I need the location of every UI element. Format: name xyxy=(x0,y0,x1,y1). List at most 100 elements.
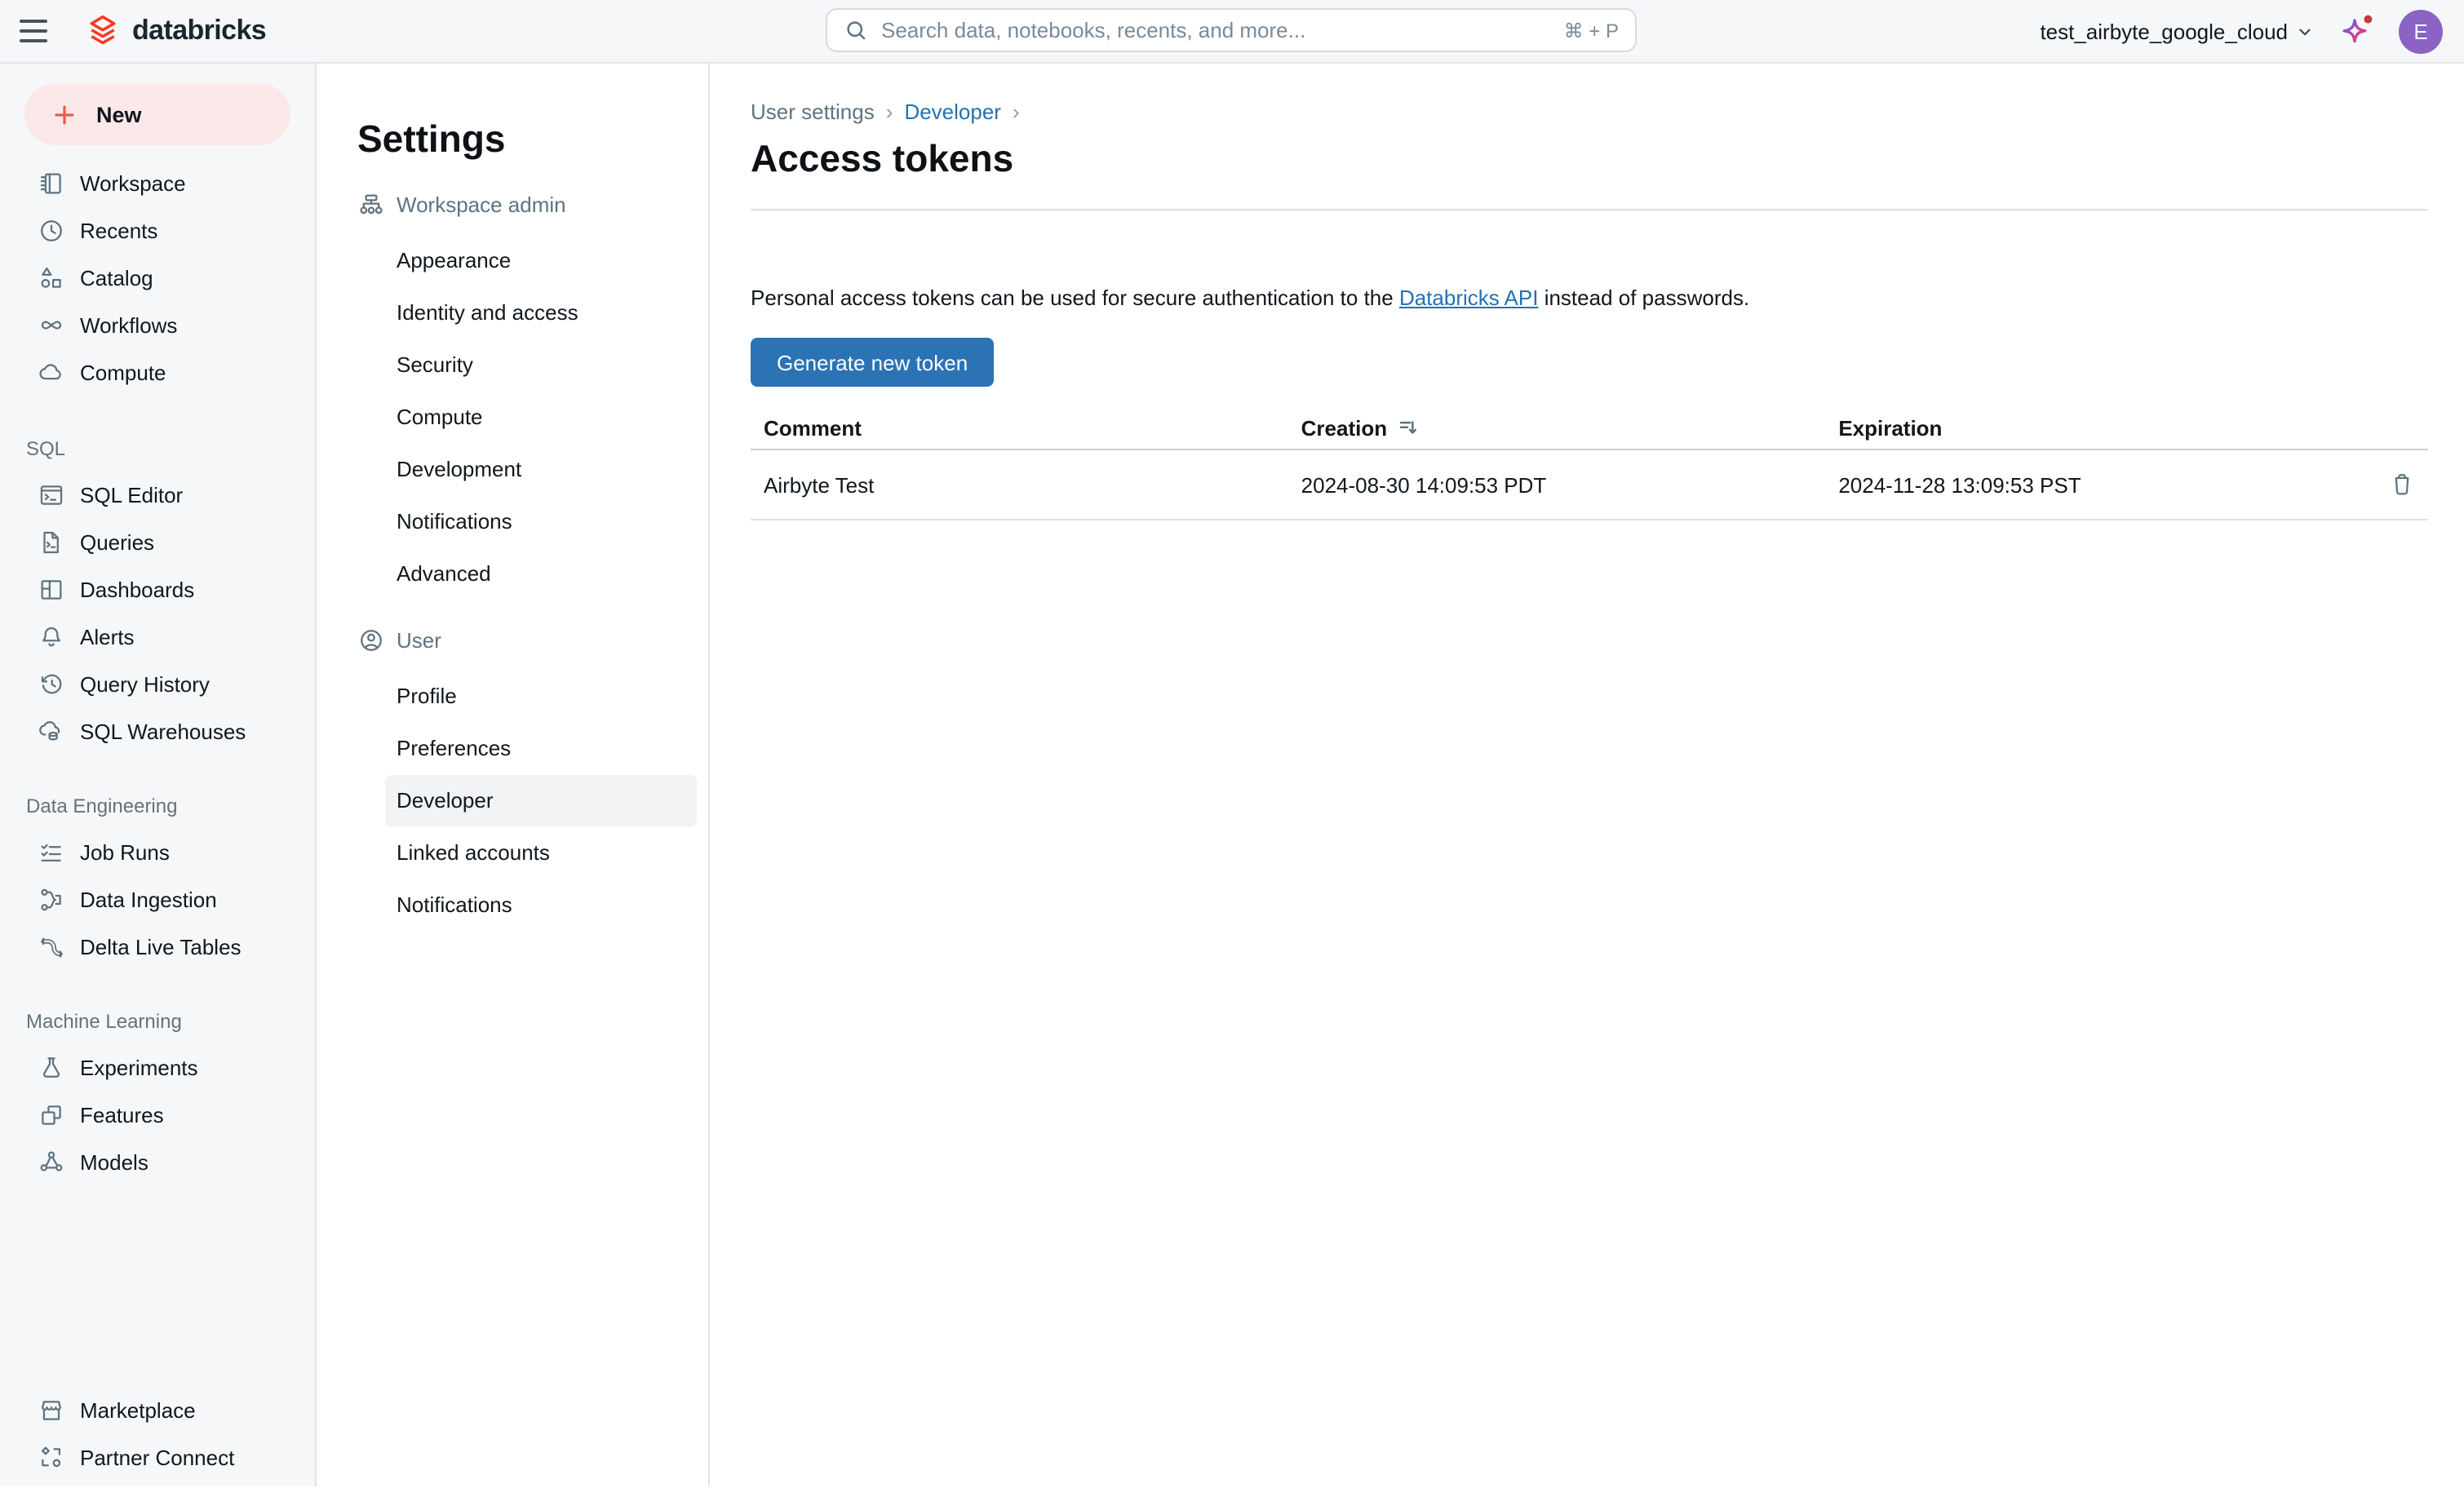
global-search-input[interactable]: Search data, notebooks, recents, and mor… xyxy=(826,8,1637,52)
settings-item-user-notifications[interactable]: Notifications xyxy=(385,879,697,932)
partner-connect-icon xyxy=(38,1444,65,1472)
search-shortcut: ⌘ + P xyxy=(1564,19,1619,42)
sparkle-icon xyxy=(2337,11,2376,51)
token-creation: 2024-08-30 14:09:53 PDT xyxy=(1288,472,1826,497)
job-runs-icon xyxy=(38,839,65,866)
new-button[interactable]: New xyxy=(24,83,290,145)
search-placeholder: Search data, notebooks, recents, and mor… xyxy=(881,18,1551,42)
generate-new-token-button[interactable]: Generate new token xyxy=(751,338,994,387)
sidebar-item-partner-connect[interactable]: Partner Connect xyxy=(0,1434,315,1481)
breadcrumb-separator: › xyxy=(1013,99,1020,123)
sidebar-item-dashboards[interactable]: Dashboards xyxy=(0,566,315,613)
breadcrumb-developer[interactable]: Developer xyxy=(904,99,1001,123)
breadcrumb: User settings › Developer › xyxy=(751,98,2428,124)
sidebar-item-alerts[interactable]: Alerts xyxy=(0,613,315,661)
query-history-icon xyxy=(38,671,65,698)
settings-item-notifications[interactable]: Notifications xyxy=(385,496,697,548)
breadcrumb-user-settings[interactable]: User settings xyxy=(751,99,875,123)
breadcrumb-separator: › xyxy=(886,99,893,123)
models-icon xyxy=(38,1149,65,1176)
sidebar-section-machine-learning: Machine Learning xyxy=(0,997,315,1044)
settings-item-developer[interactable]: Developer xyxy=(385,775,697,827)
experiments-icon xyxy=(38,1054,65,1082)
column-header-comment: Comment xyxy=(751,415,1288,440)
sidebar-item-sql-editor[interactable]: SQL Editor xyxy=(0,472,315,519)
databricks-app: databricks Search data, notebooks, recen… xyxy=(0,0,2464,1488)
main-content: User settings › Developer › Access token… xyxy=(710,64,2464,1486)
sidebar-item-features[interactable]: Features xyxy=(0,1092,315,1139)
recents-icon xyxy=(38,217,65,245)
table-header-row: Comment Creation Expiration xyxy=(751,406,2428,450)
sidebar-item-job-runs[interactable]: Job Runs xyxy=(0,829,315,876)
features-icon xyxy=(38,1101,65,1129)
sidebar: New Workspace Recents Catalog xyxy=(0,64,317,1486)
sidebar-item-sql-warehouses[interactable]: SQL Warehouses xyxy=(0,708,315,755)
sidebar-item-models[interactable]: Models xyxy=(0,1139,315,1186)
catalog-icon xyxy=(38,264,65,292)
compute-icon xyxy=(38,359,65,387)
settings-item-advanced[interactable]: Advanced xyxy=(385,548,697,600)
column-header-creation[interactable]: Creation xyxy=(1288,415,1826,440)
assistant-button[interactable] xyxy=(2337,11,2376,51)
settings-item-compute[interactable]: Compute xyxy=(385,392,697,444)
settings-group-user: User xyxy=(357,623,708,656)
settings-item-preferences[interactable]: Preferences xyxy=(385,723,697,775)
delete-token-button[interactable] xyxy=(2386,468,2418,501)
plus-icon xyxy=(51,100,78,128)
search-icon xyxy=(844,18,868,42)
column-header-expiration: Expiration xyxy=(1825,415,2363,440)
settings-item-linked-accounts[interactable]: Linked accounts xyxy=(385,827,697,879)
sidebar-footer: Marketplace Partner Connect xyxy=(0,1387,315,1486)
sidebar-item-workspace[interactable]: Workspace xyxy=(0,160,315,207)
sidebar-item-workflows[interactable]: Workflows xyxy=(0,302,315,349)
user-avatar[interactable]: E xyxy=(2399,9,2443,53)
settings-item-security[interactable]: Security xyxy=(385,339,697,392)
data-ingestion-icon xyxy=(38,886,65,914)
sidebar-section-sql: SQL xyxy=(0,424,315,472)
workflows-icon xyxy=(38,312,65,339)
delta-live-tables-icon xyxy=(38,933,65,961)
settings-item-development[interactable]: Development xyxy=(385,444,697,496)
marketplace-icon xyxy=(38,1397,65,1424)
settings-item-profile[interactable]: Profile xyxy=(385,671,697,723)
sql-editor-icon xyxy=(38,481,65,509)
databricks-api-link[interactable]: Databricks API xyxy=(1399,286,1539,310)
settings-group-workspace-admin: Workspace admin xyxy=(357,188,708,220)
token-expiration: 2024-11-28 13:09:53 PST xyxy=(1825,472,2363,497)
chevron-down-icon xyxy=(2296,22,2314,40)
alerts-icon xyxy=(38,623,65,651)
queries-icon xyxy=(38,529,65,556)
page-title: Access tokens xyxy=(751,135,2428,181)
topbar-right: test_airbyte_google_cloud xyxy=(2040,9,2464,53)
databricks-logo-icon xyxy=(85,13,121,49)
token-row: Airbyte Test 2024-08-30 14:09:53 PDT 202… xyxy=(751,450,2428,520)
topbar: databricks Search data, notebooks, recen… xyxy=(0,0,2464,64)
sidebar-item-marketplace[interactable]: Marketplace xyxy=(0,1387,315,1434)
token-comment: Airbyte Test xyxy=(751,472,1288,497)
product-wordmark: databricks xyxy=(132,15,266,47)
access-tokens-table: Comment Creation Expiration Airbyte Test… xyxy=(751,406,2428,520)
sidebar-item-experiments[interactable]: Experiments xyxy=(0,1044,315,1092)
avatar-initial: E xyxy=(2413,19,2427,43)
hamburger-menu-icon[interactable] xyxy=(0,0,65,62)
sidebar-section-data-engineering: Data Engineering xyxy=(0,782,315,829)
settings-item-identity-and-access[interactable]: Identity and access xyxy=(385,287,697,339)
notification-dot xyxy=(2364,16,2372,24)
user-icon xyxy=(357,626,385,653)
sidebar-item-data-ingestion[interactable]: Data Ingestion xyxy=(0,876,315,923)
settings-item-appearance[interactable]: Appearance xyxy=(385,235,697,287)
sidebar-item-recents[interactable]: Recents xyxy=(0,207,315,255)
sql-warehouses-icon xyxy=(38,718,65,746)
org-chart-icon xyxy=(357,190,385,218)
databricks-logo[interactable]: databricks xyxy=(85,13,266,49)
sidebar-item-compute[interactable]: Compute xyxy=(0,349,315,396)
sidebar-item-queries[interactable]: Queries xyxy=(0,519,315,566)
sidebar-item-query-history[interactable]: Query History xyxy=(0,661,315,708)
sidebar-item-delta-live-tables[interactable]: Delta Live Tables xyxy=(0,923,315,971)
description: Personal access tokens can be used for s… xyxy=(751,284,2428,313)
sidebar-item-catalog[interactable]: Catalog xyxy=(0,255,315,302)
settings-nav: Settings Workspace admin Appearance Iden… xyxy=(317,64,710,1486)
title-divider xyxy=(751,209,2428,210)
settings-title: Settings xyxy=(357,116,708,162)
workspace-selector[interactable]: test_airbyte_google_cloud xyxy=(2040,19,2314,43)
